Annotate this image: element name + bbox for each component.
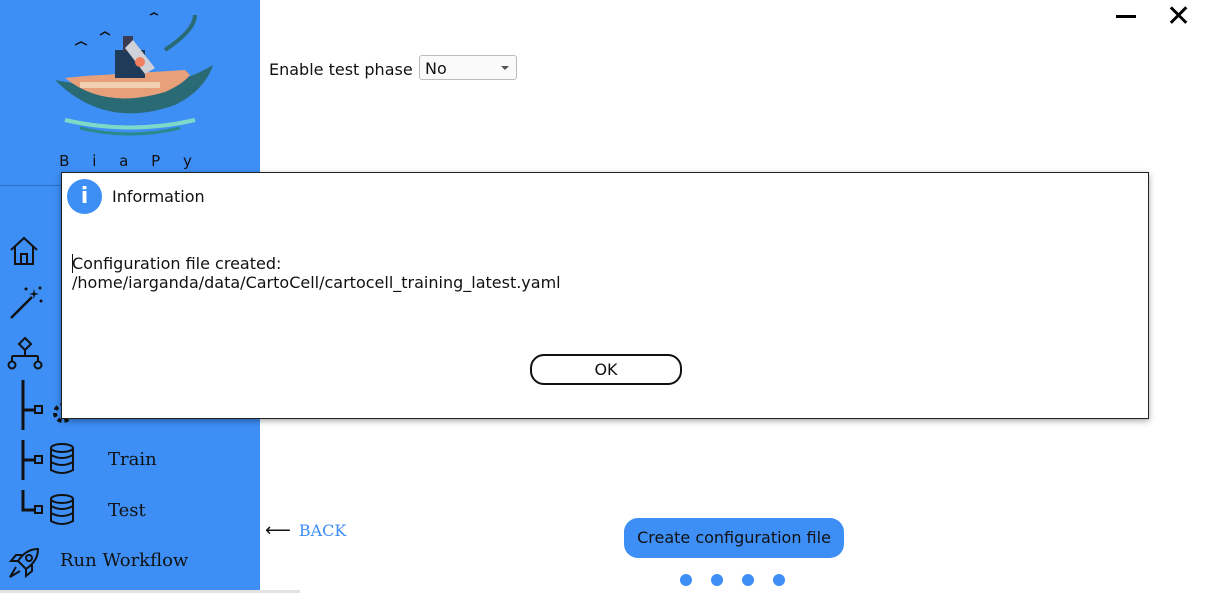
dialog-message: Configuration file created: /home/iargan… <box>72 254 561 292</box>
train-database-icon[interactable] <box>48 443 76 475</box>
dropdown-arrow-icon <box>501 66 509 70</box>
back-label: BACK <box>298 521 347 540</box>
sidebar-item-train[interactable]: Train <box>108 449 157 470</box>
back-arrow-icon: ⟵ <box>265 520 291 541</box>
dialog-message-line-1: Configuration file created: <box>72 254 282 273</box>
tree-connector <box>21 380 43 514</box>
close-icon[interactable]: ✕ <box>1166 2 1191 32</box>
create-configuration-button[interactable]: Create configuration file <box>624 518 844 558</box>
rocket-icon[interactable] <box>6 545 42 581</box>
biapy-logo <box>55 12 213 136</box>
minimize-icon[interactable] <box>1116 15 1136 18</box>
page-indicator-dot[interactable] <box>773 574 785 586</box>
test-phase-select[interactable]: No <box>419 55 517 80</box>
back-button[interactable]: ⟵ BACK <box>265 520 346 541</box>
ok-button[interactable]: OK <box>530 354 682 385</box>
page-indicator-dot[interactable] <box>680 574 692 586</box>
info-icon: i <box>67 179 102 214</box>
home-icon[interactable] <box>8 235 40 267</box>
page-indicator-dot[interactable] <box>742 574 754 586</box>
page-indicator-dot[interactable] <box>711 574 723 586</box>
dialog-message-line-2: /home/iarganda/data/CartoCell/cartocell_… <box>72 273 561 292</box>
information-dialog: i Information Configuration file created… <box>61 172 1149 419</box>
brand-name: B i a P y <box>59 152 201 170</box>
dialog-title: Information <box>112 187 205 206</box>
test-phase-value: No <box>425 59 447 78</box>
test-database-icon[interactable] <box>48 494 76 526</box>
sidebar-item-test[interactable]: Test <box>108 500 146 521</box>
magic-wand-icon[interactable] <box>8 285 44 321</box>
sidebar-item-run-workflow[interactable]: Run Workflow <box>60 550 188 571</box>
test-phase-label: Enable test phase <box>269 60 413 79</box>
workflow-icon[interactable] <box>6 335 44 371</box>
